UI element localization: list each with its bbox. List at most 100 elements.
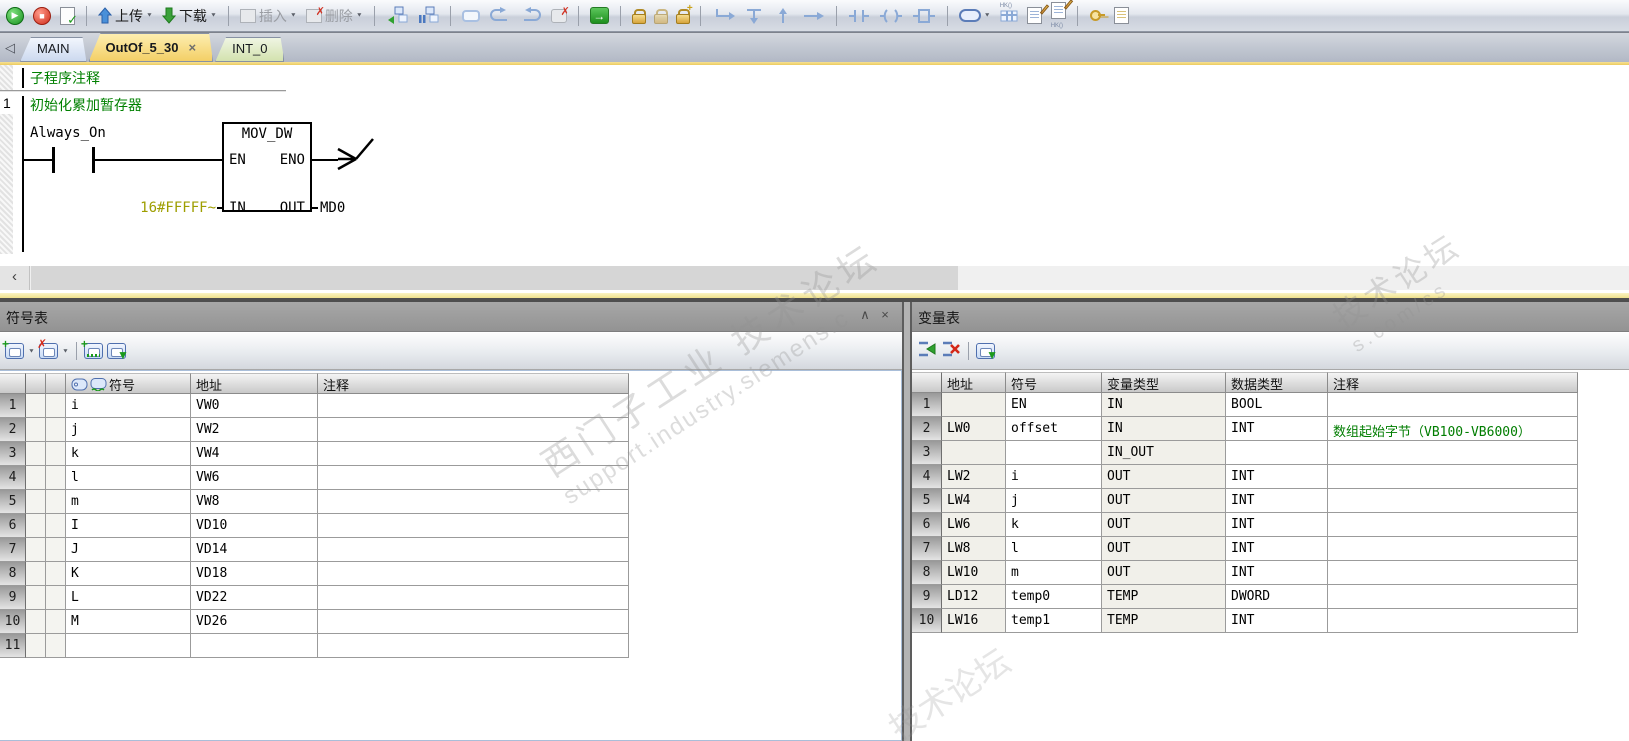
cell-address[interactable]: VD22 [191,586,318,610]
cell-address[interactable] [942,393,1006,417]
cell-flag1[interactable] [26,538,46,562]
addressing-button[interactable]: ▼ [957,3,993,29]
horizontal-scrollbar[interactable]: ‹ [0,266,1629,290]
cell-address[interactable] [942,441,1006,465]
cell-flag1[interactable] [26,586,46,610]
cell-data_type[interactable]: INT [1226,513,1328,537]
cell-address[interactable]: VW0 [191,394,318,418]
cell-symbol[interactable]: I [66,514,191,538]
cell-symbol[interactable]: temp1 [1006,609,1102,633]
pin-panel-icon[interactable]: ∧ [858,307,872,323]
cell-comment[interactable] [1328,585,1578,609]
cell-flag1[interactable] [26,634,46,658]
cell-data_type[interactable] [1226,441,1328,465]
network-comment[interactable]: 初始化累加暂存器 [30,95,142,115]
bookmark-button[interactable] [460,3,482,29]
cell-flag2[interactable] [46,538,66,562]
cell-symbol[interactable]: l [66,466,191,490]
cell-flag1[interactable] [26,466,46,490]
cell-address[interactable]: LW16 [942,609,1006,633]
cell-address[interactable]: LW6 [942,513,1006,537]
unlock-button[interactable] [652,3,669,29]
cell-flag1[interactable] [26,418,46,442]
cell-flag2[interactable] [46,562,66,586]
cell-address[interactable] [191,634,318,658]
cell-address[interactable]: LW0 [942,417,1006,441]
cell-var_type[interactable]: OUT [1102,489,1226,513]
ladder-editor[interactable]: 子程序注释 1 初始化累加暂存器 Always_On MOV_DW EN ENO… [0,65,1629,266]
cell-flag2[interactable] [46,610,66,634]
cell-address[interactable]: LW4 [942,489,1006,513]
cell-flag2[interactable] [46,586,66,610]
cell-address[interactable]: VD18 [191,562,318,586]
cell-flag2[interactable] [46,634,66,658]
apply-symbols-button[interactable]: ▼ [106,343,129,362]
addressing-caret-icon[interactable]: ▼ [984,13,991,19]
symbol-table-button[interactable]: HK() [998,3,1020,29]
scrollbar-track[interactable] [31,266,958,290]
cell-data_type[interactable]: BOOL [1226,393,1328,417]
run-button[interactable]: ▶ [4,3,26,29]
compile-button[interactable]: ✓ [58,3,78,29]
cell-flag1[interactable] [26,610,46,634]
cell-var_type[interactable]: OUT [1102,465,1226,489]
cell-comment[interactable] [1328,537,1578,561]
cell-comment[interactable] [1328,489,1578,513]
cell-data_type[interactable]: INT [1226,417,1328,441]
cell-symbol[interactable]: i [66,394,191,418]
cell-symbol[interactable]: j [66,418,191,442]
prev-bookmark-button[interactable] [487,3,513,29]
cell-symbol[interactable]: m [1006,561,1102,585]
properties-button[interactable] [1112,3,1131,29]
cell-symbol[interactable]: K [66,562,191,586]
cell-var_type[interactable]: OUT [1102,561,1226,585]
cell-var_type[interactable]: IN [1102,417,1226,441]
out-operand[interactable]: MD0 [320,200,345,216]
cell-address[interactable]: VW2 [191,418,318,442]
cell-flag2[interactable] [46,394,66,418]
cell-address[interactable]: LD12 [942,585,1006,609]
new-symbol-table-button[interactable]: + [2,337,24,359]
goto-button[interactable]: → [588,3,611,29]
cell-data_type[interactable]: INT [1226,489,1328,513]
cell-var_type[interactable]: OUT [1102,513,1226,537]
cell-symbol[interactable]: m [66,490,191,514]
lock-add-button[interactable]: + [674,3,693,29]
cell-var_type[interactable]: IN_OUT [1102,441,1226,465]
cell-symbol[interactable]: EN [1006,393,1102,417]
cell-comment[interactable] [1328,513,1578,537]
pause-status-button[interactable] [415,3,441,29]
cell-comment[interactable]: 数组起始字节（VB100-VB6000） [1328,417,1578,441]
branch-down-right-button[interactable] [710,3,738,29]
line-right-button[interactable] [801,3,827,29]
cell-comment[interactable] [318,418,629,442]
insert-button[interactable]: 插入 ▼ [238,3,299,29]
cell-comment[interactable] [1328,441,1578,465]
delete-button[interactable]: ✗ 删除 ▼ [304,3,365,29]
cell-comment[interactable] [318,466,629,490]
insert-caret-icon[interactable]: ▼ [290,13,297,19]
tab-main[interactable]: MAIN [20,37,87,62]
close-panel-icon[interactable]: × [878,307,892,322]
stop-button[interactable]: ■ [31,3,53,29]
next-bookmark-button[interactable] [518,3,544,29]
insert-row-button[interactable] [917,340,937,363]
cell-var_type[interactable]: TEMP [1102,585,1226,609]
delete-caret-icon[interactable]: ▼ [356,13,363,19]
in-operand[interactable]: 16#FFFFF~ [128,200,216,216]
cell-data_type[interactable]: DWORD [1226,585,1328,609]
cell-flag1[interactable] [26,442,46,466]
cell-comment[interactable] [318,634,629,658]
tab-scroll-left-icon[interactable]: ◁ [0,40,20,56]
delete-row-button[interactable] [941,340,961,363]
cell-symbol[interactable] [1006,441,1102,465]
cell-symbol[interactable]: temp0 [1006,585,1102,609]
cell-comment[interactable] [1328,561,1578,585]
cell-data_type[interactable]: INT [1226,609,1328,633]
box-tool-button[interactable] [910,3,938,29]
contact-operand[interactable]: Always_On [30,125,106,141]
cell-symbol[interactable]: k [66,442,191,466]
tab-outof-5-30[interactable]: OutOf_5_30 × [89,33,214,62]
cell-address[interactable]: VW4 [191,442,318,466]
delete-symbol-table-button[interactable]: ✗ [37,337,58,359]
